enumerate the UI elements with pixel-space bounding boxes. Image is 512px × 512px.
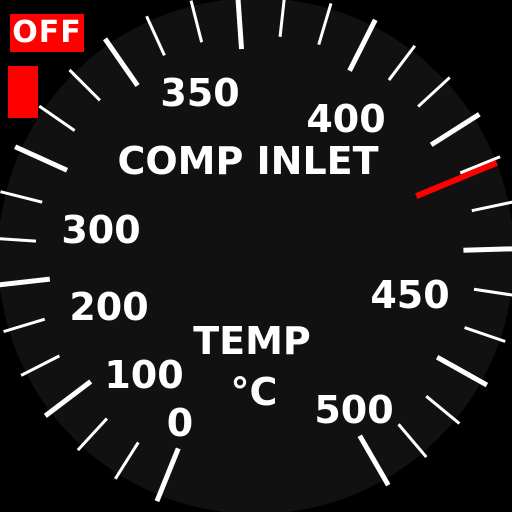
scale-label-500: 500: [314, 388, 393, 432]
scale-label-0: 0: [167, 401, 193, 445]
scale-label-300: 300: [61, 208, 140, 252]
scale-label-100: 100: [104, 353, 183, 397]
scale-label-400: 400: [306, 97, 385, 141]
off-flag: OFF: [10, 14, 84, 52]
gauge-dial: 350 400 300 450 200 100 500 0 COMP INLET…: [0, 0, 512, 512]
warning-bar: [8, 66, 38, 118]
scale-label-350: 350: [160, 71, 239, 115]
scale-label-450: 450: [370, 273, 449, 317]
gauge-title: COMP INLET: [117, 139, 378, 183]
gauge-unit: °C: [231, 370, 278, 414]
tick-mark-24: [463, 246, 512, 253]
scale-label-200: 200: [69, 285, 148, 329]
gauge-subtitle: TEMP: [193, 319, 311, 363]
